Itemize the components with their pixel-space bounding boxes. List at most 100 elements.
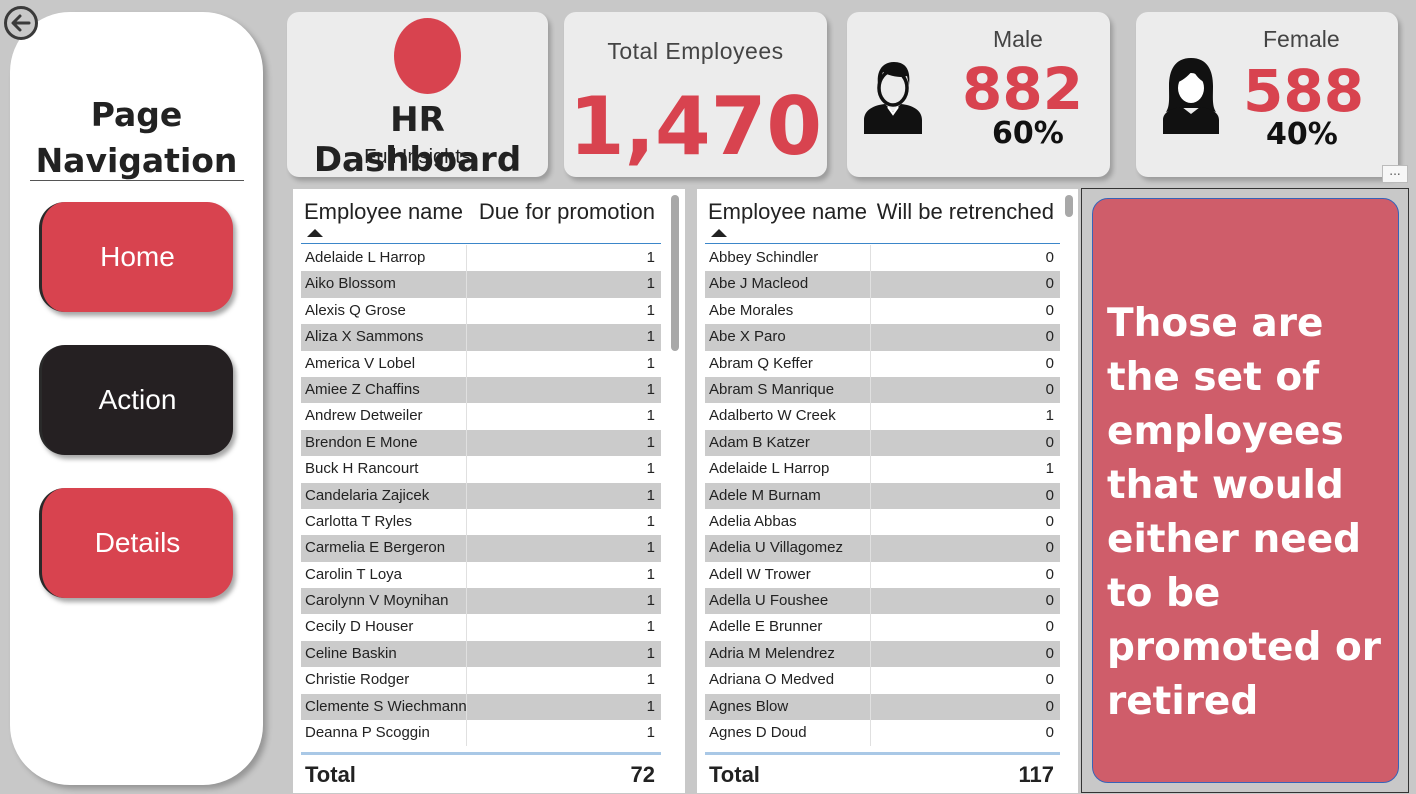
more-options-button[interactable]: ... bbox=[1382, 165, 1408, 183]
promotion-table-scrollbar[interactable] bbox=[671, 193, 679, 793]
table-row[interactable]: Adriana O Medved 0 bbox=[705, 667, 1060, 694]
employee-name-cell: Adriana O Medved bbox=[709, 671, 835, 689]
employee-name-cell: Adell W Trower bbox=[709, 565, 811, 583]
table-row[interactable]: Clemente S Wiechmann 1 bbox=[301, 693, 661, 721]
table-row[interactable]: Abe Morales 0 bbox=[705, 297, 1060, 325]
employee-name-cell: Adelle E Brunner bbox=[709, 618, 823, 636]
table-row[interactable]: Celine Baskin 1 bbox=[301, 640, 661, 668]
table-row[interactable]: Abram S Manrique 0 bbox=[705, 376, 1060, 404]
table-row[interactable]: Deanna P Scoggin 1 bbox=[301, 720, 661, 747]
column-will-be-retrenched[interactable]: Will be retrenched bbox=[877, 199, 1054, 225]
table-row[interactable]: Carlotta T Ryles 1 bbox=[301, 508, 661, 536]
table-row[interactable]: Carolynn V Moynihan 1 bbox=[301, 588, 661, 615]
employee-name-cell: Adele M Burnam bbox=[709, 486, 821, 504]
back-button[interactable] bbox=[4, 6, 38, 40]
employee-name-cell: Adelia Abbas bbox=[709, 512, 797, 530]
table-row[interactable]: Alexis Q Grose 1 bbox=[301, 297, 661, 325]
table-row[interactable]: Agnes D Doud 0 bbox=[705, 720, 1060, 747]
female-person-icon bbox=[1163, 58, 1219, 134]
column-employee-name[interactable]: Employee name bbox=[304, 199, 463, 225]
table-row[interactable]: Adelia U Villagomez 0 bbox=[705, 535, 1060, 562]
table-row[interactable]: Adelaide L Harrop 1 bbox=[705, 456, 1060, 483]
employee-name-cell: Abe X Paro bbox=[709, 328, 786, 346]
column-divider bbox=[466, 588, 467, 615]
info-visual-frame: Those are the set of employees that woul… bbox=[1081, 188, 1409, 793]
table-row[interactable]: Adalberto W Creek 1 bbox=[705, 403, 1060, 430]
column-divider bbox=[466, 350, 467, 377]
value-cell: 1 bbox=[646, 644, 655, 662]
value-cell: 0 bbox=[1045, 565, 1054, 583]
column-divider bbox=[466, 245, 467, 272]
employee-name-cell: Carolin T Loya bbox=[305, 565, 403, 583]
employee-name-cell: Agnes D Doud bbox=[709, 724, 807, 742]
column-divider bbox=[466, 667, 467, 694]
scrollbar-thumb[interactable] bbox=[671, 195, 679, 351]
table-row[interactable]: Carolin T Loya 1 bbox=[301, 561, 661, 589]
table-row[interactable]: Carmelia E Bergeron 1 bbox=[301, 535, 661, 562]
table-row[interactable]: Abe X Paro 0 bbox=[705, 324, 1060, 351]
column-due-for-promotion[interactable]: Due for promotion bbox=[479, 199, 655, 225]
table-row[interactable]: Aiko Blossom 1 bbox=[301, 271, 661, 298]
column-divider bbox=[466, 456, 467, 483]
column-divider bbox=[870, 614, 871, 641]
value-cell: 1 bbox=[646, 249, 655, 266]
more-options-label: ... bbox=[1389, 164, 1401, 178]
table-row[interactable]: Abe J Macleod 0 bbox=[705, 271, 1060, 298]
promotion-table-body: Adelaide L Harrop 1 Aiko Blossom 1 Alexis Q … bbox=[301, 245, 661, 747]
table-row[interactable]: Andrew Detweiler 1 bbox=[301, 403, 661, 430]
employee-name-cell: Adria M Melendrez bbox=[709, 644, 835, 662]
retrenchment-table-body: Abbey Schindler 0 Abe J Macleod 0 Abe Morale… bbox=[705, 245, 1060, 747]
value-cell: 1 bbox=[646, 301, 655, 319]
details-button-label: Details bbox=[94, 527, 181, 558]
action-button[interactable]: Action bbox=[39, 345, 233, 455]
value-cell: 0 bbox=[1045, 275, 1054, 293]
page-navigation-panel: Page Navigation Home Action Details bbox=[10, 12, 263, 785]
logo-circle bbox=[394, 18, 461, 94]
column-divider bbox=[870, 456, 871, 483]
table-row[interactable]: America V Lobel 1 bbox=[301, 350, 661, 377]
column-divider bbox=[870, 508, 871, 536]
employee-name-cell: Abe Morales bbox=[709, 301, 794, 319]
sort-ascending-icon[interactable] bbox=[711, 229, 727, 237]
table-row[interactable]: Adria M Melendrez 0 bbox=[705, 640, 1060, 668]
column-divider bbox=[870, 429, 871, 457]
table-row[interactable]: Adell W Trower 0 bbox=[705, 561, 1060, 589]
table-row[interactable]: Adelle E Brunner 0 bbox=[705, 614, 1060, 641]
table-row[interactable]: Amiee Z Chaffins 1 bbox=[301, 376, 661, 404]
employee-name-cell: Celine Baskin bbox=[305, 644, 397, 662]
value-cell: 0 bbox=[1045, 301, 1054, 319]
column-divider bbox=[466, 429, 467, 457]
column-divider bbox=[466, 535, 467, 562]
promotion-table-total-row: Total 72 bbox=[301, 752, 661, 790]
column-divider bbox=[870, 640, 871, 668]
table-row[interactable]: Abram Q Keffer 0 bbox=[705, 350, 1060, 377]
table-row[interactable]: Candelaria Zajicek 1 bbox=[301, 482, 661, 509]
table-row[interactable]: Christie Rodger 1 bbox=[301, 667, 661, 694]
column-divider bbox=[870, 376, 871, 404]
sort-ascending-icon[interactable] bbox=[307, 229, 323, 237]
employee-name-cell: Adalberto W Creek bbox=[709, 407, 836, 425]
table-row[interactable]: Adam B Katzer 0 bbox=[705, 429, 1060, 457]
table-row[interactable]: Adelaide L Harrop 1 bbox=[301, 245, 661, 272]
employee-name-cell: Cecily D Houser bbox=[305, 618, 414, 636]
table-row[interactable]: Aliza X Sammons 1 bbox=[301, 324, 661, 351]
table-row[interactable]: Brendon E Mone 1 bbox=[301, 429, 661, 457]
details-button[interactable]: Details bbox=[39, 488, 233, 598]
female-count: 588 bbox=[1243, 57, 1365, 125]
value-cell: 1 bbox=[646, 275, 655, 293]
table-row[interactable]: Adella U Foushee 0 bbox=[705, 588, 1060, 615]
table-row[interactable]: Adelia Abbas 0 bbox=[705, 508, 1060, 536]
table-row[interactable]: Buck H Rancourt 1 bbox=[301, 456, 661, 483]
table-row[interactable]: Cecily D Houser 1 bbox=[301, 614, 661, 641]
employee-name-cell: Deanna P Scoggin bbox=[305, 724, 430, 742]
retrenchment-table-scrollbar[interactable] bbox=[1065, 193, 1073, 793]
value-cell: 0 bbox=[1045, 354, 1054, 372]
table-row[interactable]: Abbey Schindler 0 bbox=[705, 245, 1060, 272]
column-employee-name[interactable]: Employee name bbox=[708, 199, 867, 225]
value-cell: 1 bbox=[646, 380, 655, 398]
table-row[interactable]: Agnes Blow 0 bbox=[705, 693, 1060, 721]
column-divider bbox=[870, 350, 871, 377]
table-row[interactable]: Adele M Burnam 0 bbox=[705, 482, 1060, 509]
scrollbar-thumb[interactable] bbox=[1065, 195, 1073, 217]
home-button[interactable]: Home bbox=[39, 202, 233, 312]
